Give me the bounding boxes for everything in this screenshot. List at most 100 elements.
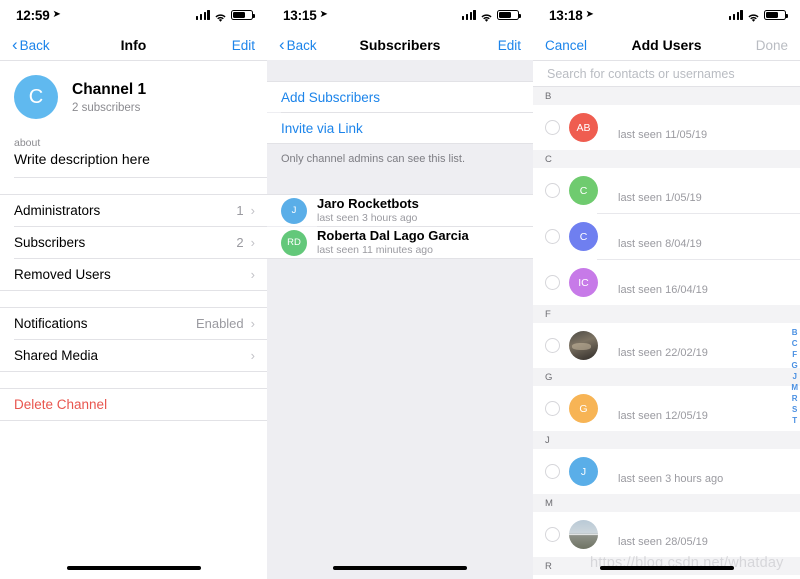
contact-last-seen: last seen 1/05/19 <box>618 192 702 204</box>
avatar-photo <box>569 331 598 360</box>
section-header-b: B <box>533 87 800 105</box>
channel-name: Channel 1 <box>72 81 147 99</box>
cancel-button[interactable]: Cancel <box>545 38 587 53</box>
nav-bar-subscribers: ‹ Back Subscribers Edit <box>267 30 533 60</box>
edit-button-info[interactable]: Edit <box>232 38 255 53</box>
wifi-icon <box>214 10 227 22</box>
about-text: Write description here <box>14 151 150 167</box>
select-checkbox[interactable] <box>545 229 560 244</box>
index-letter[interactable]: F <box>792 350 797 360</box>
contact-row[interactable]: last seen 28/05/19 <box>533 512 800 557</box>
member-last-seen: last seen 11 minutes ago <box>317 244 433 257</box>
divider <box>0 420 267 421</box>
chevron-left-icon: ‹ <box>279 34 285 54</box>
contact-last-seen: last seen 28/05/19 <box>618 536 708 548</box>
list-item[interactable]: RD Roberta Dal Lago Garcia last seen 11 … <box>267 227 533 258</box>
contact-last-seen: last seen 12/05/19 <box>618 410 708 422</box>
done-button[interactable]: Done <box>756 38 788 53</box>
channel-profile[interactable]: C Channel 1 2 subscribers <box>0 61 267 131</box>
row-label: Subscribers <box>14 235 86 250</box>
nav-bar-add-users: Cancel Add Users Done <box>533 30 800 60</box>
battery-icon <box>764 9 789 21</box>
screenshot-root: 12:59 ➤ ‹ Back Info Edit C Channel 1 2 s… <box>0 0 800 579</box>
avatar-photo <box>569 520 598 549</box>
index-letter[interactable]: T <box>792 416 797 426</box>
location-arrow-icon: ➤ <box>319 8 328 20</box>
index-letter[interactable]: M <box>791 383 798 393</box>
contact-row[interactable]: last seen 22/02/19 <box>533 323 800 368</box>
select-checkbox[interactable] <box>545 338 560 353</box>
back-button-subscribers[interactable]: ‹ Back <box>279 34 317 54</box>
contact-row[interactable]: IC last seen 16/04/19 <box>533 260 800 305</box>
status-time-group: 13:18 ➤ <box>549 8 594 23</box>
select-checkbox[interactable] <box>545 464 560 479</box>
cellular-signal-icon <box>461 10 476 20</box>
home-indicator <box>599 565 734 570</box>
row-label: Removed Users <box>14 267 111 282</box>
member-name: Roberta Dal Lago Garcia <box>317 227 469 243</box>
list-item[interactable]: J Jaro Rocketbots last seen 3 hours ago <box>267 195 533 226</box>
member-last-seen: last seen 3 hours ago <box>317 212 418 225</box>
avatar: G <box>569 394 598 423</box>
index-letter[interactable]: G <box>792 361 798 371</box>
avatar: J <box>569 457 598 486</box>
chevron-right-icon: › <box>250 316 255 331</box>
select-checkbox[interactable] <box>545 401 560 416</box>
back-button-info[interactable]: ‹ Back <box>12 36 50 54</box>
contact-row[interactable]: C last seen 8/04/19 <box>533 214 800 259</box>
row-value: 2 <box>236 235 244 250</box>
contact-row[interactable]: C last seen 1/05/19 <box>533 168 800 213</box>
status-time: 12:59 <box>16 7 50 23</box>
cellular-signal-icon <box>728 10 743 20</box>
index-letter[interactable]: C <box>792 339 798 349</box>
index-letter[interactable]: J <box>792 372 796 382</box>
row-label: Notifications <box>14 316 88 331</box>
section-header-j: J <box>533 431 800 449</box>
contact-row[interactable]: J last seen 3 hours ago <box>533 449 800 494</box>
invite-via-link-button[interactable]: Invite via Link <box>267 113 533 143</box>
row-label: Shared Media <box>14 348 99 363</box>
index-letter[interactable]: S <box>792 405 797 415</box>
status-time: 13:15 <box>283 7 317 23</box>
row-notifications[interactable]: Notifications Enabled › <box>0 308 267 339</box>
row-removed-users[interactable]: Removed Users › <box>0 259 267 290</box>
section-header-g: G <box>533 368 800 386</box>
section-index-scrubber[interactable]: B C F G J M R S T <box>791 328 798 426</box>
select-checkbox[interactable] <box>545 120 560 135</box>
panel-subscribers: 13:15 ➤ ‹ Back Subscribers Edit Add Subs <box>267 0 533 579</box>
info-body: C Channel 1 2 subscribers about Write de… <box>0 60 267 579</box>
select-checkbox[interactable] <box>545 275 560 290</box>
edit-button-subscribers[interactable]: Edit <box>498 38 521 53</box>
contact-last-seen: last seen 16/04/19 <box>618 284 708 296</box>
battery-icon <box>231 9 256 21</box>
section-header-c: C <box>533 150 800 168</box>
battery-icon <box>497 9 522 21</box>
index-letter[interactable]: B <box>792 328 798 338</box>
chevron-right-icon: › <box>250 267 255 282</box>
contact-row[interactable]: AB last seen 11/05/19 <box>533 105 800 150</box>
subscribers-body: Add Subscribers Invite via Link Only cha… <box>267 60 533 579</box>
chevron-right-icon: › <box>250 235 255 250</box>
delete-channel-button[interactable]: Delete Channel <box>0 389 267 420</box>
select-checkbox[interactable] <box>545 527 560 542</box>
status-indicators <box>461 9 522 22</box>
section-gap <box>0 291 267 307</box>
contact-row[interactable]: R last seen 27/05/19 <box>533 575 800 579</box>
index-letter[interactable]: R <box>792 394 798 404</box>
row-shared-media[interactable]: Shared Media › <box>0 340 267 371</box>
contact-row[interactable]: G last seen 12/05/19 <box>533 386 800 431</box>
add-users-body: Search for contacts or usernames B AB la… <box>533 60 800 579</box>
section-gap <box>0 372 267 388</box>
home-indicator <box>333 565 467 570</box>
status-bar-subscribers: 13:15 ➤ <box>267 0 533 30</box>
avatar: RD <box>281 229 307 256</box>
select-checkbox[interactable] <box>545 183 560 198</box>
about-section[interactable]: about Write description here <box>0 131 267 177</box>
row-administrators[interactable]: Administrators 1 › <box>0 195 267 226</box>
wifi-icon <box>480 10 493 22</box>
search-input[interactable]: Search for contacts or usernames <box>533 61 800 87</box>
add-subscribers-button[interactable]: Add Subscribers <box>267 82 533 112</box>
row-subscribers[interactable]: Subscribers 2 › <box>0 227 267 258</box>
panel-channel-info: 12:59 ➤ ‹ Back Info Edit C Channel 1 2 s… <box>0 0 267 579</box>
section-gap <box>0 178 267 194</box>
